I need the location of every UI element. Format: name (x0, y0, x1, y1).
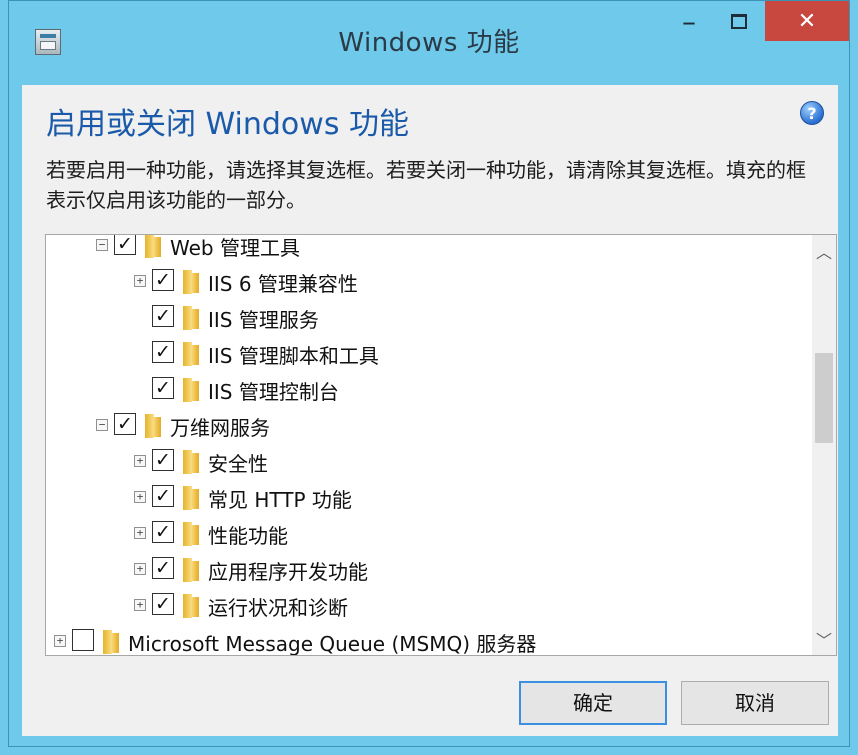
minimize-button[interactable]: – (665, 1, 713, 41)
expand-icon[interactable]: + (134, 275, 146, 287)
feature-checkbox[interactable]: ✓ (152, 341, 174, 363)
folder-icon (176, 342, 200, 366)
checkmark-icon: ✓ (155, 341, 171, 363)
tree-item-label: 性能功能 (208, 524, 288, 548)
tree-item-label: IIS 管理控制台 (208, 380, 339, 404)
expand-icon[interactable]: + (134, 491, 146, 503)
expand-icon[interactable]: + (134, 527, 146, 539)
scroll-thumb[interactable] (815, 353, 833, 443)
tree-item[interactable]: + ✓ 应用程序开发功能 (46, 553, 812, 589)
expand-icon[interactable]: + (134, 563, 146, 575)
feature-checkbox[interactable]: ✓ (152, 485, 174, 507)
tree-item[interactable]: − ✓ Web 管理工具 (46, 234, 812, 265)
tree-item[interactable]: ✓ IIS 管理控制台 (46, 373, 812, 409)
feature-checkbox[interactable]: ✓ (152, 377, 174, 399)
checkmark-icon: ✓ (155, 557, 171, 579)
feature-checkbox[interactable]: ✓ (114, 234, 136, 255)
tree-item[interactable]: + ✓ 安全性 (46, 445, 812, 481)
folder-icon (176, 522, 200, 546)
folder-icon (138, 235, 162, 258)
feature-checkbox[interactable]: ✓ (114, 413, 136, 435)
folder-icon (176, 558, 200, 582)
tree-item-label: 常见 HTTP 功能 (208, 488, 352, 512)
folder-icon (176, 378, 200, 402)
folder-icon (96, 630, 120, 654)
feature-checkbox[interactable]: ✓ (152, 269, 174, 291)
feature-checkbox[interactable]: ✓ (152, 449, 174, 471)
folder-icon (176, 450, 200, 474)
checkmark-icon: ✓ (117, 234, 133, 255)
tree-item-label: Microsoft Message Queue (MSMQ) 服务器 (128, 632, 537, 656)
collapse-icon[interactable]: − (96, 239, 108, 251)
close-button[interactable]: ✕ (765, 1, 849, 41)
cancel-button[interactable]: 取消 (681, 681, 829, 725)
tree-item[interactable]: + ✓ 运行状况和诊断 (46, 589, 812, 625)
tree-item[interactable]: + ✓ IIS 6 管理兼容性 (46, 265, 812, 301)
checkmark-icon: ✓ (155, 449, 171, 471)
description-text: 若要启用一种功能，请选择其复选框。若要关闭一种功能，请清除其复选框。填充的框表示… (46, 158, 806, 212)
tree-item-label: 应用程序开发功能 (208, 560, 368, 584)
folder-icon (176, 306, 200, 330)
expand-icon[interactable]: + (134, 599, 146, 611)
window-frame: Windows 功能 – ✕ 启用或关闭 Windows 功能 ? 若要启用一种… (8, 0, 850, 747)
ok-button[interactable]: 确定 (519, 681, 667, 725)
feature-checkbox[interactable]: ✓ (152, 593, 174, 615)
page-title: 启用或关闭 Windows 功能 (46, 107, 409, 142)
collapse-icon[interactable]: − (96, 419, 108, 431)
checkmark-icon: ✓ (155, 269, 171, 291)
tree-item[interactable]: ✓ IIS 管理服务 (46, 301, 812, 337)
feature-checkbox[interactable] (72, 629, 94, 651)
tree-item-label: IIS 6 管理兼容性 (208, 272, 358, 296)
vertical-scrollbar[interactable]: ︿ ﹀ (812, 235, 836, 655)
tree-item-label: 运行状况和诊断 (208, 596, 348, 620)
scroll-down-button[interactable]: ﹀ (812, 627, 836, 653)
tree-item[interactable]: − ✓ 万维网服务 (46, 409, 812, 445)
expand-icon[interactable]: + (134, 455, 146, 467)
checkmark-icon: ✓ (155, 521, 171, 543)
tree-item[interactable]: ✓ IIS 管理脚本和工具 (46, 337, 812, 373)
minimize-icon: – (682, 4, 696, 38)
maximize-icon (731, 13, 747, 29)
checkmark-icon: ✓ (155, 377, 171, 399)
dialog-content: 启用或关闭 Windows 功能 ? 若要启用一种功能，请选择其复选框。若要关闭… (22, 85, 838, 736)
checkmark-icon: ✓ (155, 593, 171, 615)
checkmark-icon: ✓ (155, 485, 171, 507)
tree-item-label: Web 管理工具 (170, 236, 300, 260)
folder-icon (176, 486, 200, 510)
feature-checkbox[interactable]: ✓ (152, 305, 174, 327)
chevron-up-icon: ︿ (815, 243, 832, 262)
close-icon: ✕ (797, 8, 817, 34)
title-bar[interactable]: Windows 功能 – ✕ (9, 1, 849, 85)
chevron-down-icon: ﹀ (815, 631, 832, 650)
checkmark-icon: ✓ (117, 413, 133, 435)
help-icon[interactable]: ? (800, 101, 824, 125)
tree-item-label: IIS 管理服务 (208, 308, 319, 332)
folder-icon (138, 414, 162, 438)
feature-checkbox[interactable]: ✓ (152, 521, 174, 543)
tree-item-label: 万维网服务 (170, 416, 270, 440)
scroll-up-button[interactable]: ︿ (812, 239, 836, 265)
tree-item[interactable]: + ✓ 性能功能 (46, 517, 812, 553)
tree-item-label: 安全性 (208, 452, 268, 476)
folder-icon (176, 594, 200, 618)
tree-item[interactable]: + Microsoft Message Queue (MSMQ) 服务器 (46, 625, 812, 656)
tree-item[interactable]: + ✓ 常见 HTTP 功能 (46, 481, 812, 517)
feature-tree[interactable]: − ✓ Web 管理工具 + ✓ IIS 6 管理兼容性 ✓ IIS 管理服务 ✓ IIS 管理脚… (45, 234, 837, 656)
tree-item-label: IIS 管理脚本和工具 (208, 344, 379, 368)
expand-icon[interactable]: + (54, 635, 66, 647)
feature-checkbox[interactable]: ✓ (152, 557, 174, 579)
folder-icon (176, 270, 200, 294)
checkmark-icon: ✓ (155, 305, 171, 327)
maximize-button[interactable] (715, 1, 763, 41)
